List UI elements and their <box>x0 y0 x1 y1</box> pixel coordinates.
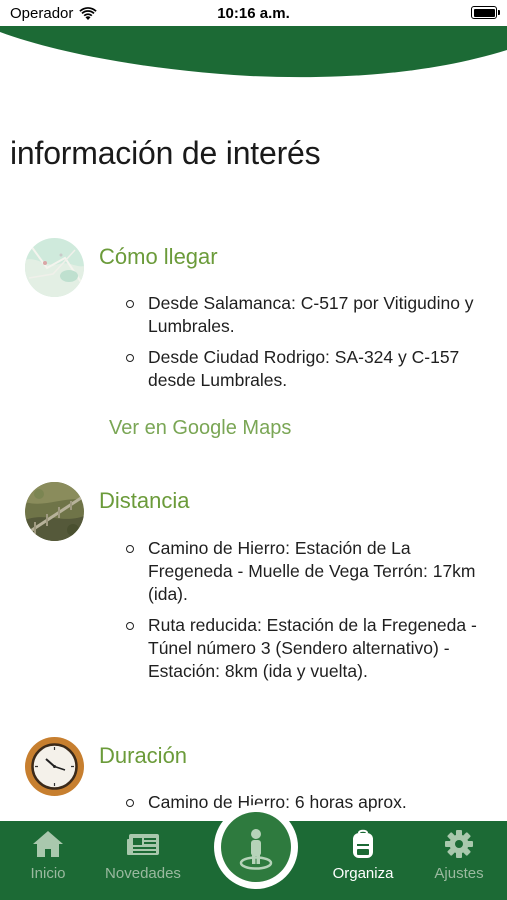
info-list: Camino de Hierro: Estación de La Fregene… <box>126 537 493 691</box>
tab-organiza[interactable]: Organiza <box>313 829 413 882</box>
gear-icon <box>445 830 473 858</box>
clock: 10:16 a.m. <box>217 5 290 22</box>
list-item: Ruta reducida: Estación de la Fregeneda … <box>126 614 493 683</box>
railway-thumbnail <box>25 482 84 541</box>
battery-icon <box>471 6 500 19</box>
center-action-button[interactable] <box>214 805 298 889</box>
tab-novedades[interactable]: Novedades <box>93 829 193 882</box>
header-wave <box>0 24 507 78</box>
tab-label: Organiza <box>332 865 394 882</box>
map-thumbnail <box>25 238 84 297</box>
backpack-icon <box>353 829 373 858</box>
home-icon <box>33 831 63 857</box>
tab-bar: Inicio Novedades Organiza Ajustes <box>0 805 507 900</box>
google-maps-link[interactable]: Ver en Google Maps <box>109 417 291 440</box>
newspaper-icon <box>127 834 159 855</box>
info-list: Desde Salamanca: C-517 por Vitigudino y … <box>126 292 493 400</box>
page-title: información de interés <box>10 135 321 171</box>
tab-label: Novedades <box>105 865 181 882</box>
status-bar: Operador 10:16 a.m. <box>0 0 507 26</box>
tab-label: Inicio <box>30 865 66 882</box>
list-item: Camino de Hierro: 6 horas aprox. <box>126 791 493 814</box>
list-item: Desde Ciudad Rodrigo: SA-324 y C-157 des… <box>126 346 493 392</box>
clock-thumbnail <box>25 737 84 796</box>
hiker-location-icon <box>239 829 273 870</box>
list-item: Camino de Hierro: Estación de La Fregene… <box>126 537 493 606</box>
tab-ajustes[interactable]: Ajustes <box>409 829 507 882</box>
list-item: Desde Salamanca: C-517 por Vitigudino y … <box>126 292 493 338</box>
info-list: Camino de Hierro: 6 horas aprox. <box>126 791 493 822</box>
section-title: Duración <box>99 743 188 768</box>
tab-label: Ajustes <box>434 865 484 882</box>
tab-inicio[interactable]: Inicio <box>0 829 98 882</box>
section-title: Cómo llegar <box>99 244 218 269</box>
section-title: Distancia <box>99 488 190 513</box>
